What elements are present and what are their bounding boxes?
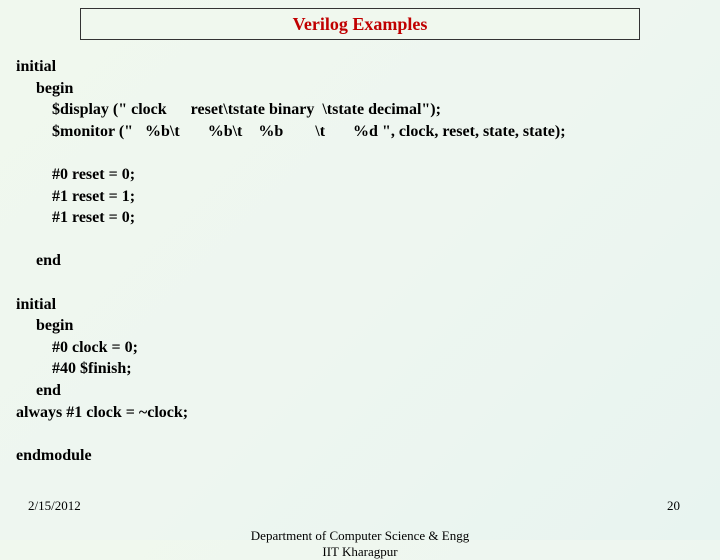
title-box: Verilog Examples: [80, 8, 640, 40]
footer-dept-line1: Department of Computer Science & Engg: [251, 528, 469, 543]
footer-page-number: 20: [667, 498, 680, 514]
footer-dept-line2: IIT Kharagpur: [322, 544, 397, 559]
footer-date: 2/15/2012: [28, 498, 81, 514]
footer-department: Department of Computer Science & Engg II…: [0, 528, 720, 560]
slide-title: Verilog Examples: [293, 14, 428, 35]
code-block: initial begin $display (" clock reset\ts…: [16, 56, 704, 466]
